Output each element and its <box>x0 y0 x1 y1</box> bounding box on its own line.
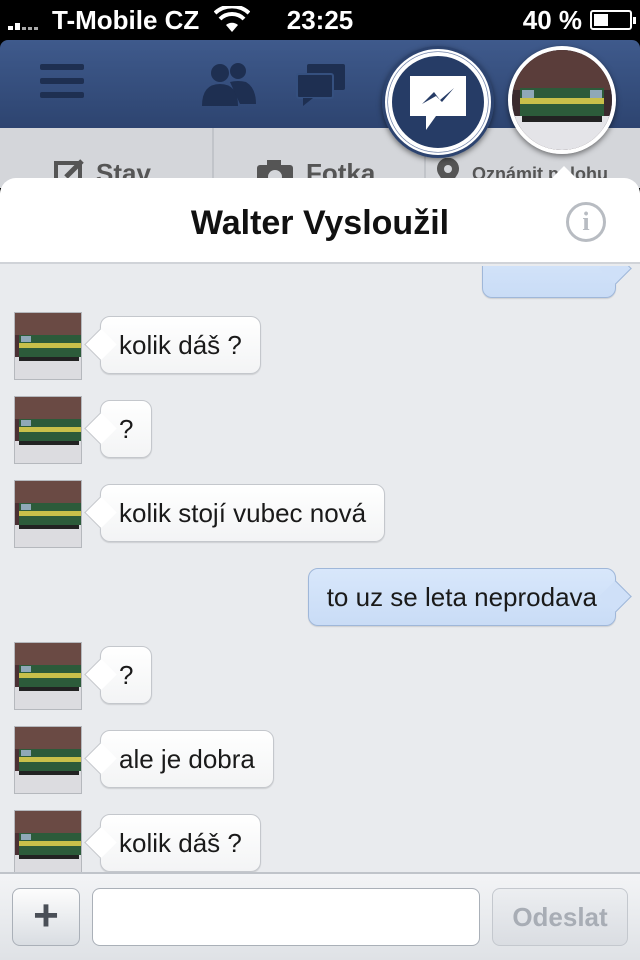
messenger-icon <box>410 76 466 130</box>
info-icon[interactable]: i <box>566 202 606 242</box>
message-text: ale je dobra <box>119 744 255 774</box>
send-button[interactable]: Odeslat <box>492 888 628 946</box>
message-input[interactable] <box>92 888 480 946</box>
sender-avatar[interactable] <box>14 312 82 380</box>
incoming-message-bubble[interactable]: kolik dáš ? <box>100 814 261 872</box>
message-input-bar: + Odeslat <box>0 872 640 960</box>
contact-name[interactable]: Walter Vysloužil <box>0 204 640 243</box>
message-row <box>0 266 640 306</box>
incoming-message-bubble[interactable]: kolik stojí vubec nová <box>100 484 386 542</box>
message-row: ale je dobra <box>0 726 640 796</box>
message-row: kolik dáš ? <box>0 312 640 382</box>
incoming-message-bubble[interactable]: ale je dobra <box>100 730 274 788</box>
train-photo <box>512 50 612 150</box>
outgoing-message-bubble[interactable]: to uz se leta neprodava <box>307 568 616 626</box>
sender-avatar[interactable] <box>14 480 82 548</box>
message-text: to uz se leta neprodava <box>326 582 597 612</box>
menu-icon[interactable] <box>40 64 84 100</box>
message-row: kolik dáš ? <box>0 810 640 872</box>
sender-avatar[interactable] <box>14 396 82 464</box>
incoming-message-bubble[interactable]: ? <box>100 400 153 458</box>
sender-avatar[interactable] <box>14 810 82 872</box>
sender-avatar[interactable] <box>14 726 82 794</box>
message-text: kolik stojí vubec nová <box>119 498 367 528</box>
panel-pointer <box>552 166 576 178</box>
battery-icon <box>590 10 636 30</box>
message-text: kolik dáš ? <box>119 828 242 858</box>
message-row: to uz se leta neprodava <box>0 564 640 634</box>
message-row: ? <box>0 396 640 466</box>
message-text: kolik dáš ? <box>119 330 242 360</box>
message-text: ? <box>119 414 134 444</box>
friend-requests-icon[interactable] <box>200 60 256 106</box>
chat-panel: Walter Vysloužil i kolik dáš ?? kolik sto… <box>0 178 640 960</box>
message-list[interactable]: kolik dáš ?? kolik stojí vubec nová to uz … <box>0 266 640 872</box>
outgoing-message-bubble[interactable] <box>482 266 616 298</box>
battery-percentage: 40 % <box>522 5 582 35</box>
message-row: ? <box>0 642 640 712</box>
messages-icon[interactable] <box>295 62 347 106</box>
contact-chat-head-avatar[interactable] <box>508 46 616 154</box>
message-row: kolik stojí vubec nová <box>0 480 640 550</box>
messenger-chat-head[interactable] <box>382 46 494 158</box>
add-attachment-button[interactable]: + <box>12 888 80 946</box>
message-text: ? <box>119 660 134 690</box>
incoming-message-bubble[interactable]: kolik dáš ? <box>100 316 261 374</box>
status-bar: T-Mobile CZ 23:25 40 % <box>0 0 640 40</box>
chat-header: Walter Vysloužil i <box>0 178 640 264</box>
incoming-message-bubble[interactable]: ? <box>100 646 153 704</box>
sender-avatar[interactable] <box>14 642 82 710</box>
